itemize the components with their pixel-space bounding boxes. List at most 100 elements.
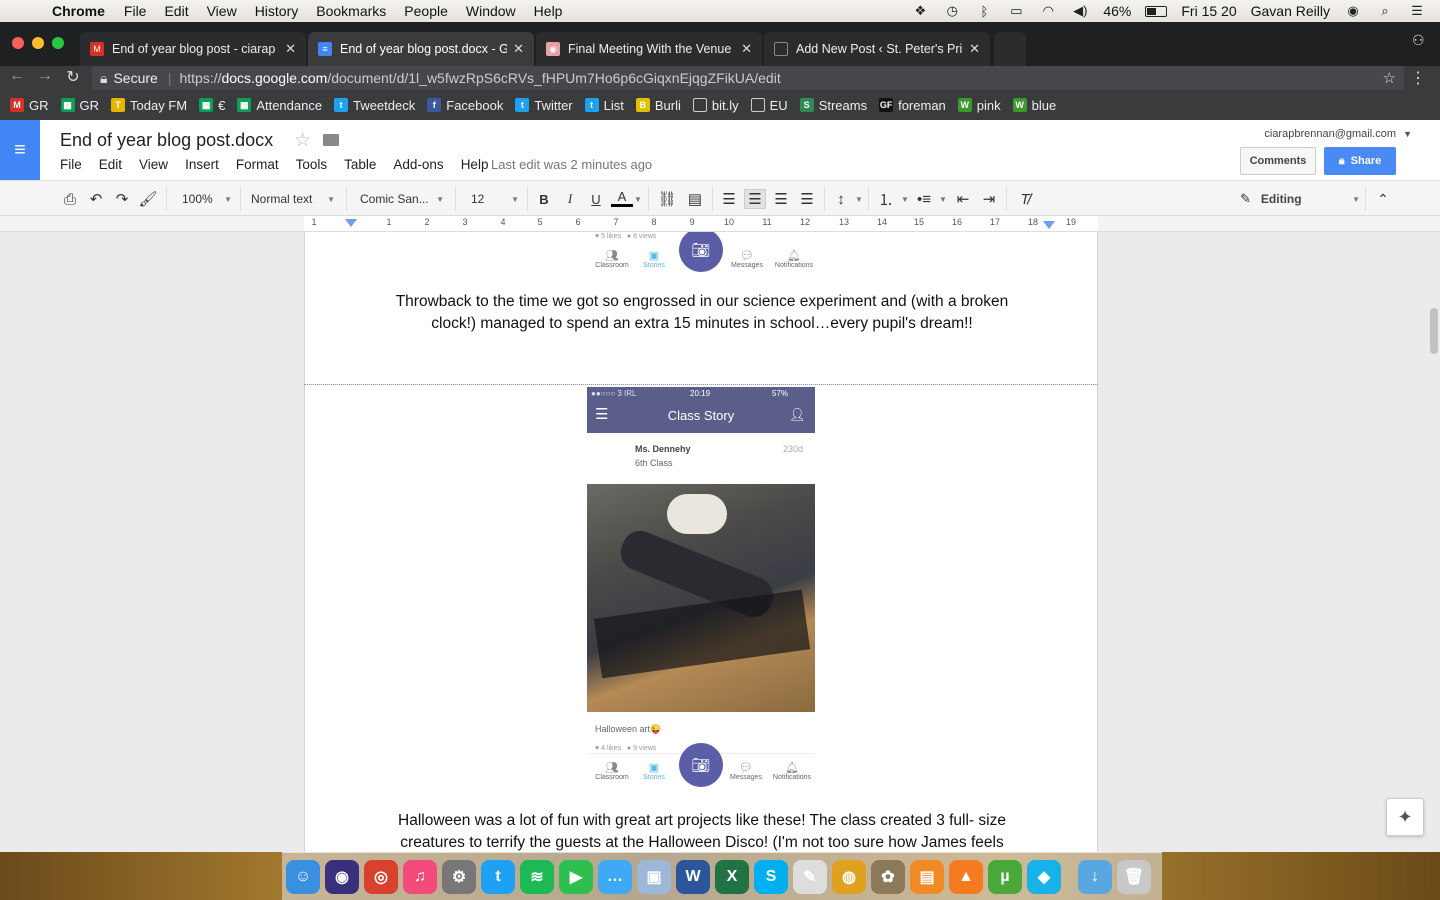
last-edit-status[interactable]: Last edit was 2 minutes ago (491, 157, 652, 172)
docs-menu-file[interactable]: File (60, 157, 82, 172)
spotify-icon[interactable]: ≋ (520, 859, 554, 894)
menubar-file[interactable]: File (115, 3, 156, 19)
account-email[interactable]: ciarapbrennan@gmail.com (1264, 128, 1396, 140)
collapse-menus-icon[interactable]: ⌃ (1372, 189, 1394, 209)
messages-icon[interactable]: … (598, 859, 632, 894)
vertical-scrollbar[interactable] (1430, 308, 1438, 354)
facetime-icon[interactable]: ▶ (559, 859, 593, 894)
twitter-icon[interactable]: t (481, 859, 515, 894)
style-select[interactable]: Normal text ▼ (251, 189, 335, 209)
podcast-icon[interactable]: ◍ (832, 859, 866, 894)
system-preferences-icon[interactable]: ⚙ (442, 859, 476, 894)
bookmark-item[interactable]: ▦ GR (60, 98, 99, 113)
bookmark-item[interactable]: T Today FM (111, 98, 187, 113)
skype-icon[interactable]: S (754, 859, 788, 894)
underline-icon[interactable]: U (585, 189, 607, 209)
docs-menu-view[interactable]: View (139, 157, 168, 172)
menubar-app-name[interactable]: Chrome (44, 3, 115, 19)
chrome-icon[interactable]: ◎ (364, 859, 398, 894)
screenshot-image-top[interactable]: ♥ 5 likes ● 8 views 👥︎ Classroom ▣ Stories… (587, 232, 815, 272)
folder-icon[interactable] (323, 134, 339, 146)
italic-icon[interactable]: I (559, 189, 581, 209)
ibooks-icon[interactable]: ▤ (910, 859, 944, 894)
kodi-icon[interactable]: ◆ (1027, 859, 1061, 894)
bookmark-item[interactable]: B Burli (635, 98, 681, 113)
caption-line[interactable]: creatures to terrify the guests at the H… (305, 832, 1099, 852)
chevron-down-icon[interactable]: ▼ (1403, 129, 1412, 139)
caret-down-icon[interactable]: ▼ (855, 189, 863, 209)
window-close-icon[interactable] (12, 37, 24, 49)
bookmark-item[interactable]: t Tweetdeck (334, 98, 415, 113)
link-icon[interactable]: ⛓ (656, 189, 678, 209)
wifi-icon[interactable]: ◠ (1039, 3, 1057, 18)
volume-icon[interactable]: ◀) (1071, 3, 1089, 18)
window-zoom-icon[interactable] (52, 37, 64, 49)
menubar-clock[interactable]: Fri 15 20 (1181, 3, 1236, 19)
tab-docs[interactable]: ≡ End of year blog post.docx - G ✕ (308, 32, 534, 66)
document-page[interactable]: ●●○○○ 3 IRL 20:19 57% ☰ Class Story 👤︎ M… (304, 385, 1098, 852)
comment-icon[interactable]: ▤ (684, 189, 706, 209)
font-select[interactable]: Comic San... ▼ (360, 189, 444, 209)
menubar-user[interactable]: Gavan Reilly (1251, 3, 1330, 19)
bluetooth-icon[interactable]: ᛒ (975, 4, 993, 19)
bookmark-item[interactable]: GF foreman (879, 98, 946, 113)
docs-menu-help[interactable]: Help (461, 157, 489, 172)
chrome-menu-icon[interactable]: ⋮ (1410, 68, 1426, 88)
align-right-icon[interactable]: ☰ (770, 189, 792, 209)
justify-icon[interactable]: ☰ (796, 189, 818, 209)
battery-percent[interactable]: 46% (1103, 3, 1131, 19)
caption-line[interactable]: Throwback to the time we got so engrosse… (305, 291, 1099, 313)
tab-close-icon[interactable]: ✕ (969, 41, 980, 57)
downloads-icon[interactable]: ↓ (1078, 859, 1112, 894)
bookmark-item[interactable]: t List (584, 98, 624, 113)
bookmark-item[interactable]: f Facebook (427, 98, 503, 113)
menubar-edit[interactable]: Edit (155, 3, 197, 19)
docs-menu-format[interactable]: Format (236, 157, 279, 172)
tab-venue[interactable]: ◉ Final Meeting With the Venue C ✕ (536, 32, 762, 66)
docs-menu-addons[interactable]: Add-ons (393, 157, 443, 172)
bulleted-list-icon[interactable]: •≡ (913, 189, 935, 209)
caret-down-icon[interactable]: ▼ (634, 189, 642, 209)
tab-close-icon[interactable]: ✕ (513, 41, 524, 57)
menubar-view[interactable]: View (198, 3, 246, 19)
caret-down-icon[interactable]: ▼ (939, 189, 947, 209)
bookmark-item[interactable]: EU (750, 98, 788, 113)
docs-menu-insert[interactable]: Insert (185, 157, 219, 172)
share-button[interactable]: 🔒︎ Share (1324, 147, 1396, 175)
line-spacing-icon[interactable]: ↕ (830, 189, 852, 209)
time-machine-icon[interactable]: ◷ (943, 3, 961, 18)
gimp-icon[interactable]: ✿ (871, 859, 905, 894)
align-left-icon[interactable]: ☰ (718, 189, 740, 209)
print-icon[interactable]: ⎙ (59, 189, 81, 209)
address-bar[interactable]: 🔒︎ Secure | https:// docs.google.com /do… (92, 66, 1404, 90)
spotlight-search-icon[interactable]: ⌕ (1376, 3, 1394, 18)
clear-formatting-icon[interactable]: T̸ (1014, 189, 1036, 209)
siri-icon[interactable]: ◉ (325, 859, 359, 894)
explore-icon[interactable]: ✦ (1386, 798, 1424, 836)
window-minimize-icon[interactable] (32, 37, 44, 49)
caret-down-icon[interactable]: ▼ (901, 189, 909, 209)
airplay-icon[interactable]: ▭ (1007, 3, 1025, 18)
menubar-people[interactable]: People (395, 3, 457, 19)
align-center-icon[interactable]: ☰ (744, 189, 766, 209)
docs-home-icon[interactable]: ≡ (0, 120, 40, 180)
bookmark-item[interactable]: ▦ € (199, 98, 225, 113)
font-size-select[interactable]: 12 ▼ (471, 189, 519, 209)
caption-line[interactable]: Halloween was a lot of fun with great ar… (305, 810, 1099, 832)
bookmark-item[interactable]: M GR (10, 98, 49, 113)
bookmark-item[interactable]: Wblue (1012, 98, 1056, 113)
utorrent-icon[interactable]: µ (988, 859, 1022, 894)
docs-menu-edit[interactable]: Edit (99, 157, 122, 172)
zoom-select[interactable]: 100% ▼ (182, 189, 232, 209)
document-title[interactable]: End of year blog post.docx (60, 130, 273, 151)
document-page[interactable]: ♥ 5 likes ● 8 views 👥︎ Classroom ▣ Stories… (304, 232, 1098, 384)
forward-icon[interactable]: → (32, 67, 58, 85)
bookmark-item[interactable]: bit.ly (692, 98, 739, 113)
back-icon[interactable]: ← (4, 67, 30, 85)
dropbox-icon[interactable]: ❖ (911, 3, 929, 18)
trash-icon[interactable]: 🗑 (1117, 859, 1151, 894)
excel-icon[interactable]: X (715, 859, 749, 894)
notification-center-icon[interactable]: ☰ (1408, 3, 1426, 18)
editing-mode-select[interactable]: ✎ Editing ▼ (1240, 189, 1360, 209)
menubar-bookmarks[interactable]: Bookmarks (307, 3, 395, 19)
